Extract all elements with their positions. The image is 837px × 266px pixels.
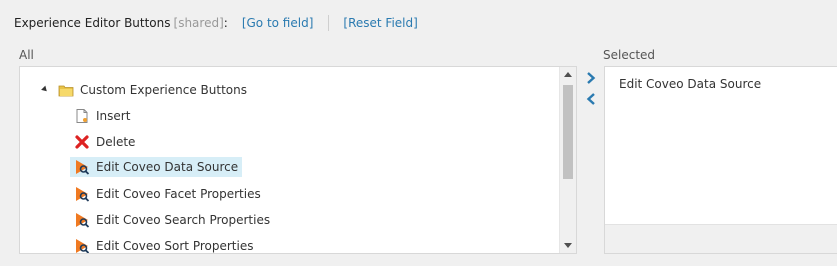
reset-field-link[interactable]: [Reset Field] — [343, 16, 417, 30]
header-divider — [328, 15, 330, 31]
tree-root-folder[interactable]: Custom Experience Buttons — [58, 80, 247, 100]
tree-item-label: Edit Coveo Data Source — [96, 160, 239, 174]
go-to-field-link[interactable]: [Go to field] — [242, 16, 314, 30]
scroll-down-arrow-icon[interactable] — [564, 243, 572, 248]
tree-item[interactable]: Edit Coveo Facet Properties — [74, 184, 261, 204]
tree-item-label: Edit Coveo Facet Properties — [96, 187, 261, 201]
selected-items-list[interactable]: Edit Coveo Data Source — [604, 66, 837, 254]
field-header: Experience Editor Buttons [shared] : [Go… — [14, 15, 418, 31]
field-label-colon: : — [223, 16, 228, 30]
tree-item[interactable]: Delete — [74, 132, 135, 152]
selected-column-label: Selected — [603, 48, 656, 62]
tree-root-label: Custom Experience Buttons — [80, 83, 247, 97]
tree-item[interactable]: Edit Coveo Sort Properties — [74, 236, 254, 253]
all-items-tree[interactable]: Custom Experience Buttons Insert Delete — [19, 66, 577, 254]
document-icon — [74, 108, 90, 124]
tree-item-label: Edit Coveo Sort Properties — [96, 239, 254, 253]
tree-item-label: Delete — [96, 135, 136, 149]
all-column-label: All — [19, 48, 34, 62]
chevron-left-icon — [586, 93, 595, 105]
tree-scrollbar[interactable] — [559, 67, 576, 253]
field-label: Experience Editor Buttons — [14, 16, 171, 30]
coveo-edit-icon — [74, 238, 90, 253]
tree-item[interactable]: Insert — [74, 106, 130, 126]
folder-icon — [58, 82, 74, 98]
tree-item-label: Edit Coveo Search Properties — [96, 213, 271, 227]
add-to-selected-button[interactable] — [584, 71, 598, 85]
coveo-edit-icon — [74, 159, 90, 175]
selected-list-item[interactable]: Edit Coveo Data Source — [619, 77, 761, 91]
remove-from-selected-button[interactable] — [584, 92, 598, 106]
coveo-edit-icon — [74, 186, 90, 202]
selected-panel-footer — [605, 224, 837, 253]
scroll-up-arrow-icon[interactable] — [564, 72, 572, 77]
delete-icon — [74, 134, 90, 150]
coveo-edit-icon — [74, 212, 90, 228]
tree-item[interactable]: Edit Coveo Search Properties — [74, 210, 270, 230]
tree-item-label: Insert — [96, 109, 131, 123]
scrollbar-thumb[interactable] — [563, 85, 573, 179]
tree-item-highlighted[interactable]: Edit Coveo Data Source — [70, 157, 243, 177]
collapse-triangle-icon[interactable] — [41, 85, 49, 94]
shared-tag: [shared] — [173, 16, 224, 30]
chevron-right-icon — [587, 72, 596, 84]
